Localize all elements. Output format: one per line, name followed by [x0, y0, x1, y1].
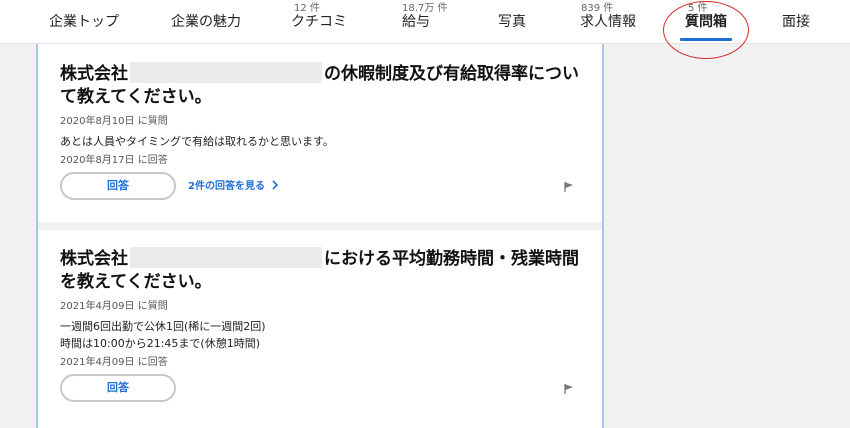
report-flag-icon[interactable]	[563, 383, 575, 395]
view-answers-label: 2件の回答を見る	[188, 181, 265, 192]
asked-date: 2020年8月10日 に質問	[60, 116, 168, 127]
redacted-company-name	[130, 247, 322, 268]
title-prefix: 株式会社	[60, 249, 128, 269]
tab-question-box[interactable]: 5 件 質問箱	[676, 0, 736, 44]
redacted-company-name	[130, 62, 322, 83]
chevron-right-icon	[272, 180, 279, 190]
card-separator	[38, 222, 602, 230]
question-title[interactable]: 株式会社 の休暇制度及び有給取得率について教えてください。	[60, 62, 584, 109]
tab-label: 質問箱	[685, 14, 727, 30]
top-navigation: 企業トップ 企業の魅力 12 件 クチコミ 18.7万 件 給与 写真 839 …	[0, 0, 850, 44]
tab-label: 給与	[402, 14, 430, 30]
tab-label: 企業トップ	[49, 14, 119, 30]
tab-label: 面接	[782, 14, 810, 30]
body-line: あとは人員やタイミングで有給は取れるかと思います。	[60, 135, 334, 148]
title-prefix: 株式会社	[60, 64, 128, 84]
question-body: あとは人員やタイミングで有給は取れるかと思います。	[60, 133, 584, 150]
tab-label: 企業の魅力	[171, 14, 241, 30]
tab-salary[interactable]: 18.7万 件 給与	[392, 0, 452, 44]
report-flag-icon[interactable]	[563, 181, 575, 193]
tab-interview[interactable]: 面接	[770, 0, 822, 44]
tab-photos[interactable]: 写真	[487, 0, 537, 44]
view-answers-link[interactable]: 2件の回答を見る	[188, 180, 279, 194]
asked-date: 2021年4月09日 に質問	[60, 301, 168, 312]
tab-job-listings[interactable]: 839 件 求人情報	[573, 0, 643, 44]
question-title[interactable]: 株式会社 における平均勤務時間・残業時間を教えてください。	[60, 247, 584, 294]
answered-date: 2020年8月17日 に回答	[60, 155, 168, 166]
tab-label: クチコミ	[291, 14, 347, 30]
tab-company-top[interactable]: 企業トップ	[44, 0, 124, 44]
answer-button[interactable]: 回答	[60, 172, 176, 200]
tab-label: 求人情報	[580, 14, 636, 30]
question-card: 株式会社 における平均勤務時間・残業時間を教えてください。 2021年4月09日 …	[60, 247, 584, 370]
active-tab-underline	[680, 38, 732, 41]
tab-reviews[interactable]: 12 件 クチコミ	[281, 0, 357, 44]
question-list: 株式会社 の休暇制度及び有給取得率について教えてください。 2020年8月10日 …	[36, 44, 604, 428]
body-line: 時間は10:00から21:45まで(休憩1時間)	[60, 337, 260, 350]
answered-date: 2021年4月09日 に回答	[60, 357, 168, 368]
body-line: 一週間6回出勤で公休1回(稀に一週間2回)	[60, 320, 266, 333]
answer-button[interactable]: 回答	[60, 374, 176, 402]
question-body: 一週間6回出勤で公休1回(稀に一週間2回) 時間は10:00から21:45まで(…	[60, 318, 584, 352]
tab-company-appeal[interactable]: 企業の魅力	[163, 0, 249, 44]
tab-label: 写真	[498, 14, 526, 30]
question-card: 株式会社 の休暇制度及び有給取得率について教えてください。 2020年8月10日 …	[60, 62, 584, 168]
